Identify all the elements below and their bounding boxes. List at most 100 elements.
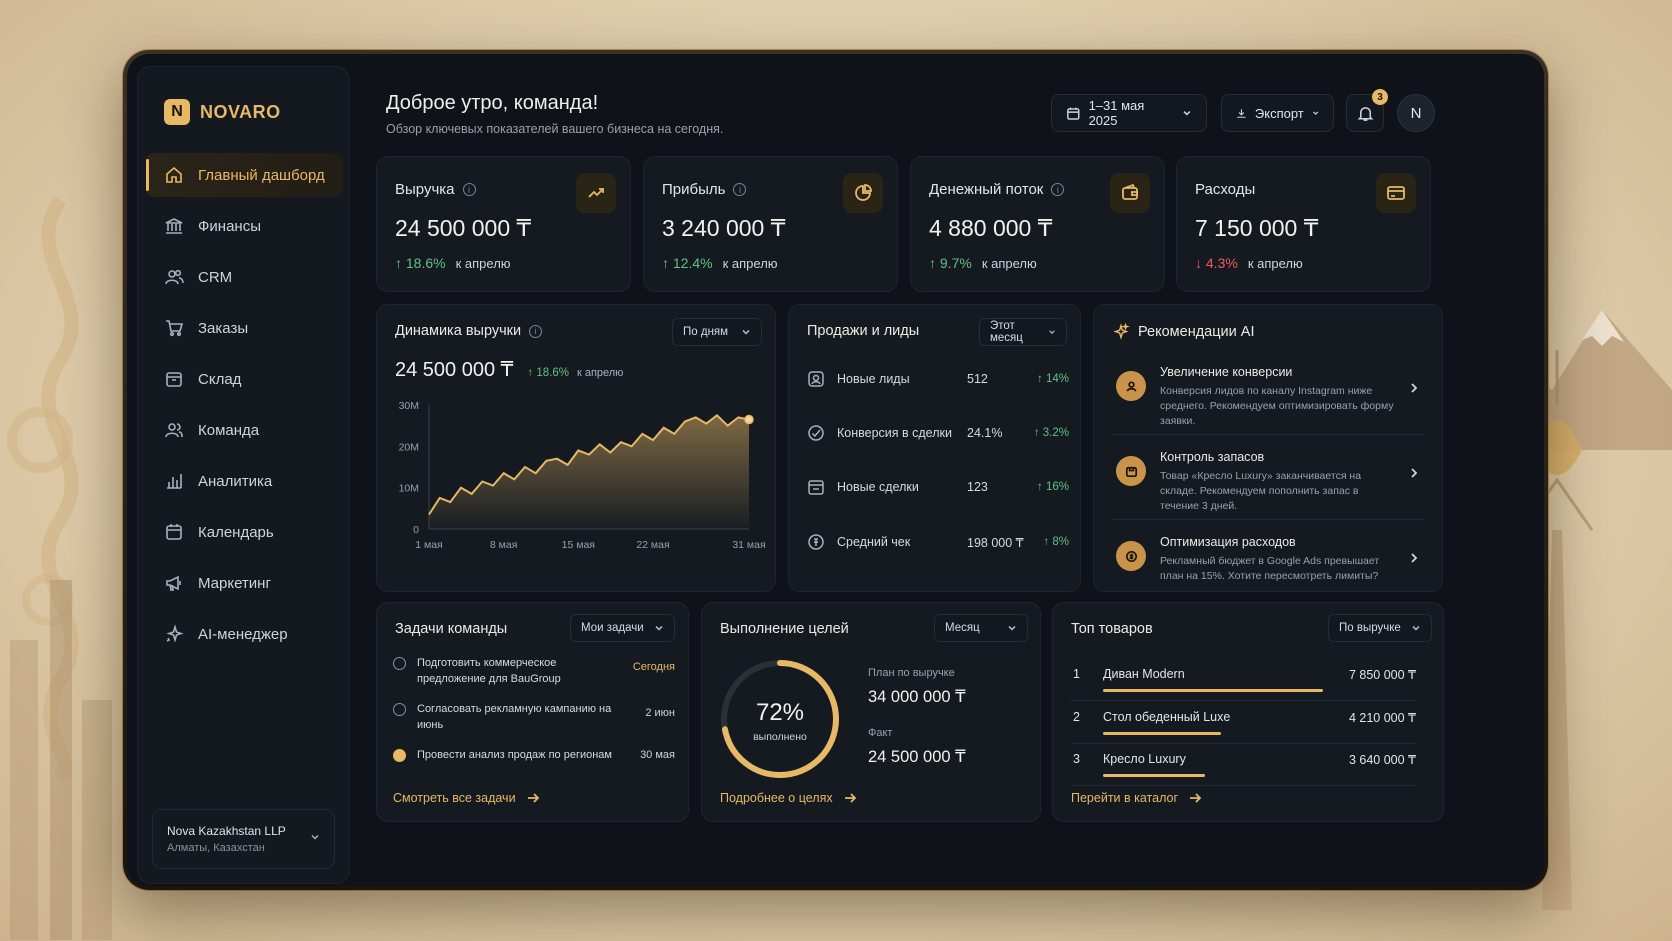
revenue-period-select[interactable]: По дням bbox=[672, 318, 762, 346]
notifications-button[interactable]: 3 bbox=[1346, 89, 1388, 132]
org-name: Nova Kazakhstan LLP bbox=[167, 824, 286, 838]
sidebar-item-finance[interactable]: Финансы bbox=[146, 204, 343, 248]
sidebar-item-marketing[interactable]: Маркетинг bbox=[146, 561, 343, 605]
organization-switcher[interactable]: Nova Kazakhstan LLP Алматы, Казахстан bbox=[152, 809, 335, 869]
sales-row[interactable]: Новые сделки 123 ↑ 16% bbox=[807, 477, 1069, 497]
tasks-filter-select[interactable]: Мои задачи bbox=[570, 614, 675, 642]
sidebar-item-label: Аналитика bbox=[198, 472, 273, 490]
bar-chart-icon bbox=[164, 471, 184, 491]
box-icon bbox=[164, 369, 184, 389]
kpi-card-expenses[interactable]: Расходы 7 150 000 ₸ ↓ 4.3% к апрелю bbox=[1176, 156, 1431, 292]
sidebar-item-team[interactable]: Команда bbox=[146, 408, 343, 452]
avatar[interactable]: N bbox=[1397, 94, 1435, 132]
fact-label: Факт bbox=[868, 727, 893, 739]
task-checkbox[interactable] bbox=[393, 703, 406, 716]
ai-rec-title: Увеличение конверсии bbox=[1160, 365, 1293, 379]
task-checkbox-checked[interactable] bbox=[393, 749, 406, 762]
fact-value: 24 500 000 ₸ bbox=[868, 748, 966, 766]
export-button[interactable]: Экспорт bbox=[1221, 94, 1334, 132]
product-rank: 2 bbox=[1073, 710, 1080, 724]
target-icon bbox=[807, 424, 825, 442]
task-item[interactable]: Провести анализ продаж по регионам 30 ма… bbox=[393, 747, 675, 767]
goals-details-link[interactable]: Подробнее о целях bbox=[720, 791, 857, 805]
kpi-compare-label: к апрелю bbox=[455, 255, 511, 271]
product-row[interactable]: 3 Кресло Luxury 3 640 000 ₸ bbox=[1071, 748, 1416, 786]
sales-row-delta: ↑ 8% bbox=[1043, 536, 1069, 548]
ai-recommendation[interactable]: Контроль запасов Товар «Кресло Luxury» з… bbox=[1112, 442, 1424, 520]
sales-period-select[interactable]: Этот месяц bbox=[979, 318, 1067, 346]
org-location: Алматы, Казахстан bbox=[167, 842, 265, 854]
kpi-delta-row: ↑ 9.7% к апрелю bbox=[929, 255, 1037, 271]
kpi-value: 24 500 000 ₸ bbox=[395, 215, 532, 241]
ai-recommendation[interactable]: Увеличение конверсии Конверсия лидов по … bbox=[1112, 357, 1424, 435]
deal-icon bbox=[807, 478, 825, 496]
pie-icon bbox=[843, 173, 883, 213]
product-value: 3 640 000 ₸ bbox=[1348, 753, 1416, 767]
kpi-delta: ↓ 4.3% bbox=[1195, 255, 1238, 271]
info-icon[interactable]: i bbox=[462, 183, 476, 196]
sidebar-item-label: Маркетинг bbox=[198, 574, 271, 592]
info-icon[interactable]: i bbox=[1051, 183, 1065, 196]
task-item[interactable]: Согласовать рекламную кампанию на июнь 2… bbox=[393, 701, 675, 735]
bank-icon bbox=[164, 216, 184, 236]
sidebar-item-dashboard[interactable]: Главный дашборд bbox=[146, 153, 343, 197]
ai-rec-title: Оптимизация расходов bbox=[1160, 535, 1296, 549]
kpi-card-cashflow[interactable]: Денежный поток i 4 880 000 ₸ ↑ 9.7% к апре… bbox=[910, 156, 1165, 292]
kpi-delta: ↑ 9.7% bbox=[929, 255, 972, 271]
task-text: Подготовить коммерческое предложение для… bbox=[417, 657, 561, 685]
sidebar-item-crm[interactable]: CRM bbox=[146, 255, 343, 299]
sales-row[interactable]: Конверсия в сделки 24.1% ↑ 3.2% bbox=[807, 423, 1069, 443]
goals-period-select[interactable]: Месяц bbox=[934, 614, 1028, 642]
card-icon bbox=[1376, 173, 1416, 213]
sidebar-item-label: Команда bbox=[198, 421, 260, 439]
sidebar-item-warehouse[interactable]: Склад bbox=[146, 357, 343, 401]
task-checkbox[interactable] bbox=[393, 657, 406, 670]
megaphone-icon bbox=[164, 573, 184, 593]
ai-rec-text: Товар «Кресло Luxury» заканчивается на с… bbox=[1160, 470, 1362, 512]
sales-row[interactable]: Новые лиды 512 ↑ 14% bbox=[807, 369, 1069, 389]
users-icon bbox=[164, 267, 184, 287]
revenue-chart-card: Динамика выручки i По дням 24 500 000 ₸ ↑… bbox=[376, 304, 776, 592]
task-text: Согласовать рекламную кампанию на июнь bbox=[417, 703, 612, 731]
product-value: 4 210 000 ₸ bbox=[1348, 711, 1416, 725]
ai-recommendation[interactable]: Оптимизация расходов Рекламный бюджет в … bbox=[1112, 527, 1424, 605]
sales-row[interactable]: Средний чек 198 000 ₸ ↑ 8% bbox=[807, 532, 1069, 552]
brand-logo[interactable]: N NOVARO bbox=[164, 99, 281, 125]
page-title: Доброе утро, команда! bbox=[386, 92, 599, 114]
ai-title-row: Рекомендации AI bbox=[1112, 323, 1254, 341]
calendar-icon bbox=[164, 522, 184, 542]
info-icon[interactable]: i bbox=[529, 324, 543, 338]
y-tick-label: 0 bbox=[413, 524, 419, 536]
sidebar-item-orders[interactable]: Заказы bbox=[146, 306, 343, 350]
product-bar bbox=[1103, 689, 1323, 692]
sales-leads-card: Продажи и лиды Этот месяц Новые лиды 512… bbox=[788, 304, 1081, 592]
sidebar-item-label: Заказы bbox=[198, 319, 249, 337]
product-bar bbox=[1103, 774, 1205, 777]
date-range-picker[interactable]: 1–31 мая 2025 bbox=[1051, 94, 1207, 132]
product-row[interactable]: 2 Стол обеденный Luxe 4 210 000 ₸ bbox=[1071, 706, 1416, 744]
notification-count-badge: 3 bbox=[1372, 89, 1388, 105]
sidebar-item-ai-manager[interactable]: AI-менеджер bbox=[146, 612, 343, 656]
chevron-down-icon bbox=[1049, 330, 1055, 335]
product-row[interactable]: 1 Диван Modern 7 850 000 ₸ bbox=[1071, 663, 1416, 701]
kpi-card-profit[interactable]: Прибыль i 3 240 000 ₸ ↑ 12.4% к апрелю bbox=[643, 156, 898, 292]
kpi-value: 7 150 000 ₸ bbox=[1195, 215, 1319, 241]
products-sort-select[interactable]: По выручке bbox=[1328, 614, 1432, 642]
sales-row-label: Новые сделки bbox=[837, 480, 919, 494]
export-label: Экспорт bbox=[1254, 105, 1304, 121]
info-icon[interactable]: i bbox=[733, 183, 747, 196]
chevron-right-icon bbox=[1408, 551, 1420, 563]
kpi-delta-row: ↑ 12.4% к апрелю bbox=[662, 255, 778, 271]
catalog-link[interactable]: Перейти в каталог bbox=[1071, 791, 1202, 805]
sidebar-item-calendar[interactable]: Календарь bbox=[146, 510, 343, 554]
kpi-card-revenue[interactable]: Выручка i 24 500 000 ₸ ↑ 18.6% к апрелю bbox=[376, 156, 631, 292]
revenue-last-point[interactable] bbox=[744, 414, 754, 425]
sales-row-value: 24.1% bbox=[967, 426, 1003, 440]
sidebar-item-analytics[interactable]: Аналитика bbox=[146, 459, 343, 503]
product-rank: 3 bbox=[1073, 752, 1080, 766]
task-text: Провести анализ продаж по регионам bbox=[417, 749, 612, 761]
view-all-tasks-link[interactable]: Смотреть все задачи bbox=[393, 791, 540, 805]
task-item[interactable]: Подготовить коммерческое предложение для… bbox=[393, 655, 675, 689]
sales-row-label: Средний чек bbox=[837, 535, 911, 549]
arrow-right-icon bbox=[527, 793, 539, 803]
